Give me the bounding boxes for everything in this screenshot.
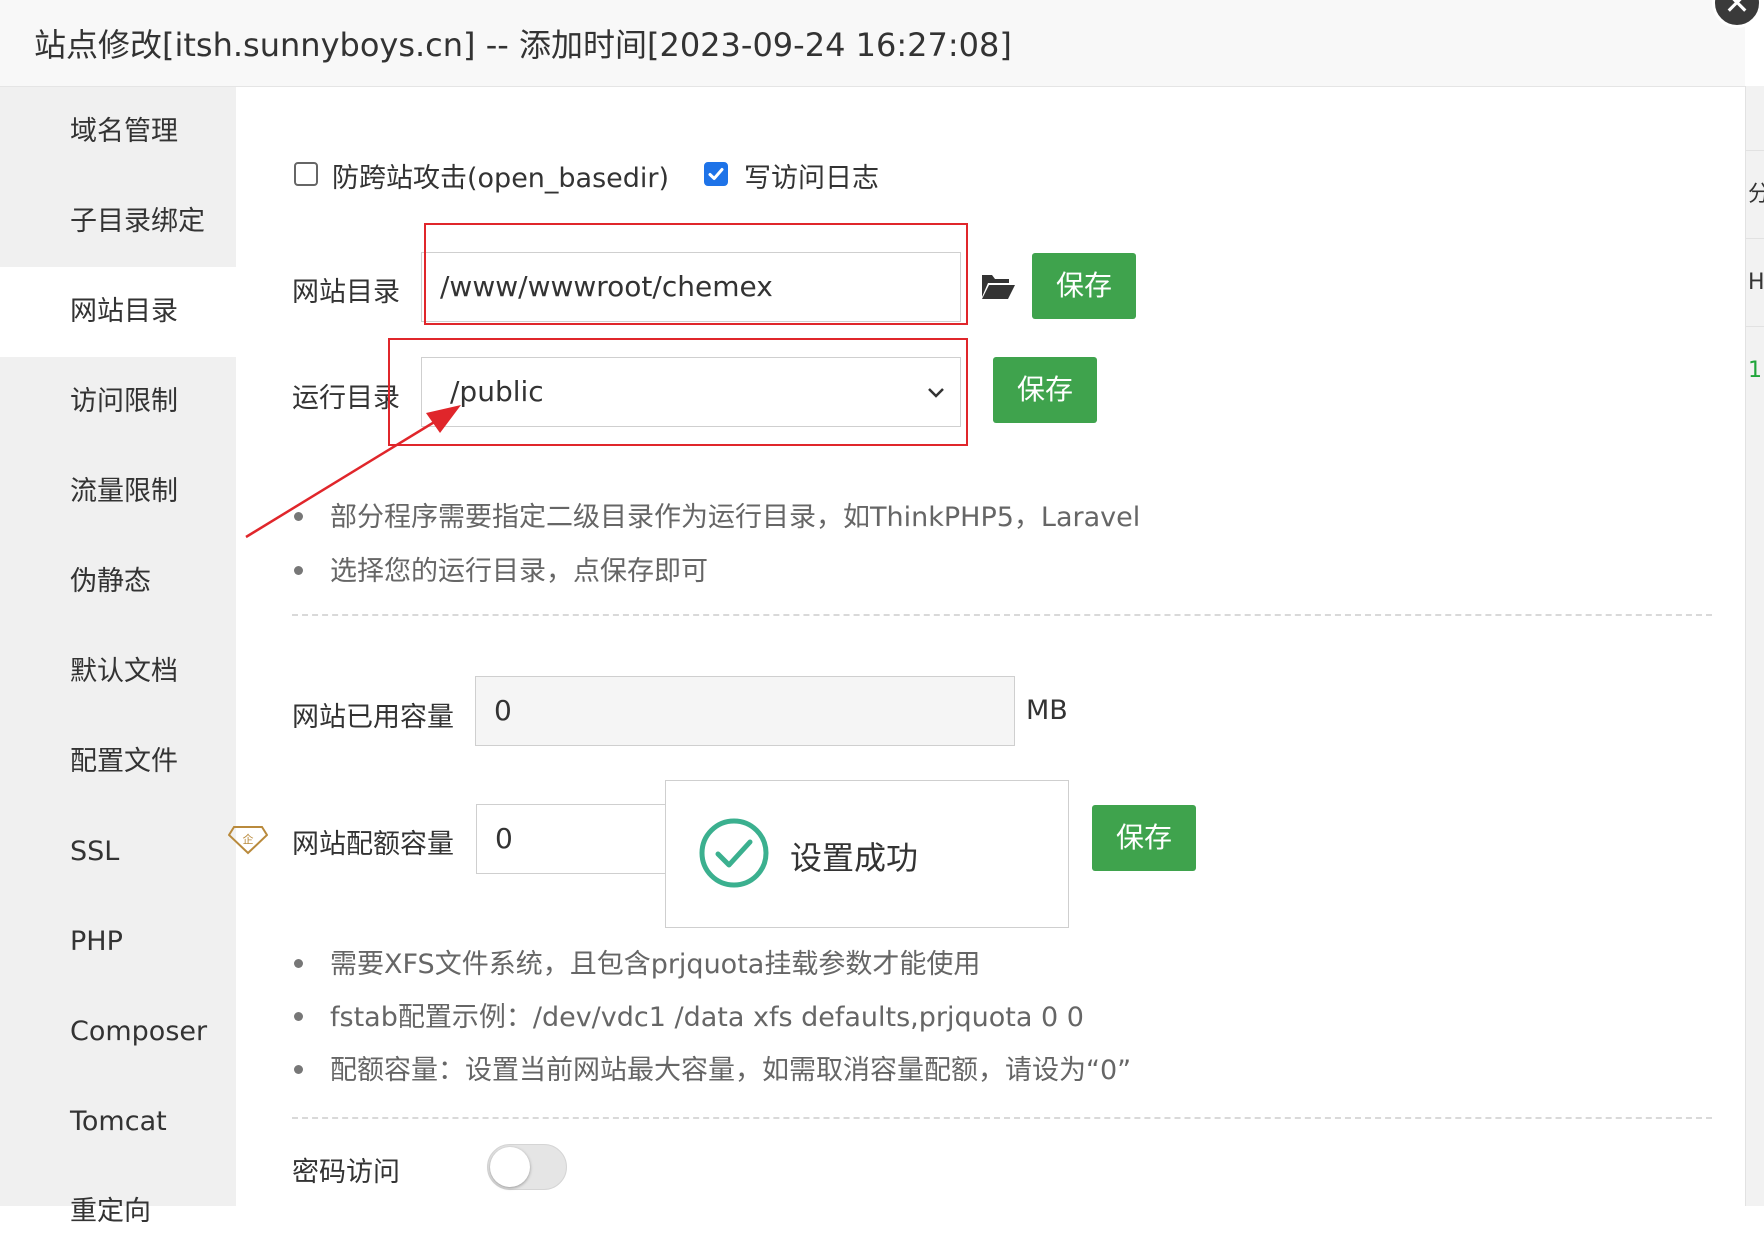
sidebar-item-composer[interactable]: Composer	[0, 987, 236, 1077]
strip-cell: 分	[1746, 150, 1764, 238]
section-divider	[292, 1117, 1712, 1119]
settings-sidebar: 域名管理 子目录绑定 网站目录 访问限制 流量限制 伪静态 默认文档 配置文件 …	[0, 87, 236, 1227]
used-capacity-unit: MB	[1026, 695, 1068, 726]
open-basedir-label[interactable]: 防跨站攻击(open_basedir)	[332, 156, 669, 195]
sidebar-item-rewrite[interactable]: 伪静态	[0, 537, 236, 627]
sidebar-item-subdir[interactable]: 子目录绑定	[0, 177, 236, 267]
sidebar-item-php[interactable]: PHP	[0, 897, 236, 987]
run-dir-tip: 选择您的运行目录，点保存即可	[292, 549, 708, 588]
sidebar-item-site-dir[interactable]: 网站目录	[0, 267, 236, 357]
run-dir-tip: 部分程序需要指定二级目录作为运行目录，如ThinkPHP5，Laravel	[292, 495, 1140, 534]
sidebar-item-redirect[interactable]: 重定向	[0, 1167, 236, 1257]
strip-cell: HP	[1746, 238, 1764, 326]
sidebar-item-traffic-limit[interactable]: 流量限制	[0, 447, 236, 537]
toast-message: 设置成功	[790, 839, 919, 877]
used-capacity-label: 网站已用容量	[292, 702, 454, 733]
sidebar-item-ssl[interactable]: SSL	[0, 807, 236, 897]
sidebar-item-tomcat[interactable]: Tomcat	[0, 1077, 236, 1167]
annotation-box	[424, 223, 968, 325]
sidebar-item-default-doc[interactable]: 默认文档	[0, 627, 236, 717]
password-access-label: 密码访问	[292, 1157, 400, 1188]
dialog-title: 站点修改[itsh.sunnyboys.cn] -- 添加时间[2023-09-…	[34, 26, 1012, 64]
access-log-label[interactable]: 写访问日志	[744, 156, 879, 195]
sidebar-item-access-limit[interactable]: 访问限制	[0, 357, 236, 447]
close-icon: ✕	[1723, 0, 1751, 22]
site-dir-save-button[interactable]: 保存	[1032, 253, 1136, 319]
site-dir-panel: 防跨站攻击(open_basedir) 写访问日志 网站目录 /www/wwwr…	[228, 87, 1745, 1206]
quota-tip: 配额容量：设置当前网站最大容量，如需取消容量配额，请设为“0”	[292, 1048, 1131, 1087]
run-dir-save-button[interactable]: 保存	[993, 357, 1097, 423]
section-divider	[292, 614, 1712, 616]
svg-text:企: 企	[243, 832, 254, 846]
success-toast: 设置成功	[665, 780, 1069, 928]
background-page-strip: 分 HP 1	[1745, 86, 1764, 1206]
enterprise-diamond-icon: 企	[228, 826, 268, 855]
success-check-icon	[699, 818, 769, 888]
quota-capacity-label: 网站配额容量	[292, 829, 454, 860]
dialog-title-bar: 站点修改[itsh.sunnyboys.cn] -- 添加时间[2023-09-…	[0, 0, 1745, 87]
quota-save-button[interactable]: 保存	[1092, 805, 1196, 871]
quota-tip: 需要XFS文件系统，且包含prjquota挂载参数才能使用	[292, 942, 980, 981]
sidebar-item-domain[interactable]: 域名管理	[0, 87, 236, 177]
password-access-toggle[interactable]	[487, 1144, 567, 1190]
open-basedir-checkbox[interactable]	[294, 162, 318, 186]
checkmark-icon	[708, 168, 724, 180]
sidebar-item-config-file[interactable]: 配置文件	[0, 717, 236, 807]
site-dir-label: 网站目录	[292, 277, 400, 308]
access-log-checkbox[interactable]	[704, 162, 728, 186]
used-capacity-input: 0	[475, 676, 1015, 746]
toggle-knob	[490, 1147, 530, 1187]
quota-tip: fstab配置示例：/dev/vdc1 /data xfs defaults,p…	[292, 995, 1084, 1034]
folder-open-icon[interactable]	[980, 271, 1016, 301]
strip-cell: 1	[1746, 326, 1764, 414]
